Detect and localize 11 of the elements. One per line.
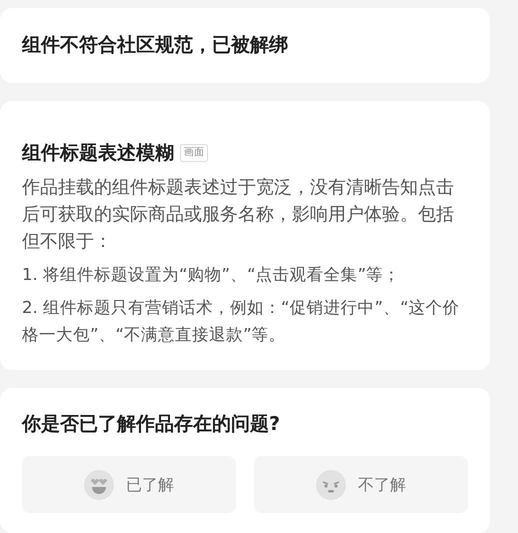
rule-tag: 画面 (180, 144, 208, 162)
question-title: 你是否已了解作品存在的问题? (22, 412, 282, 436)
frowning-face-icon (316, 470, 346, 500)
rule-item: 1. 将组件标题设置为“购物”、“点击观看全集”等； (22, 264, 402, 286)
heart-eyes-face-icon (84, 470, 114, 500)
answer-button[interactable]: 不了解 (254, 456, 468, 513)
rule-description: 作品挂载的组件标题表述过于宽泛，没有清晰告知点击后可获取的实际商品或服务名称，影响用户体验。包括但不限于： (22, 176, 455, 254)
notice-title: 组件不符合社区规范，已被解绑 (22, 33, 288, 58)
answer-button[interactable]: 已了解 (22, 456, 236, 513)
rule-item: 2. 组件标题只有营销话术，例如：“促销进行中”、“这个价格一大包”、“不满意直接退款”等。 (22, 296, 461, 346)
rule-title: 组件标题表述模糊 (22, 141, 174, 166)
